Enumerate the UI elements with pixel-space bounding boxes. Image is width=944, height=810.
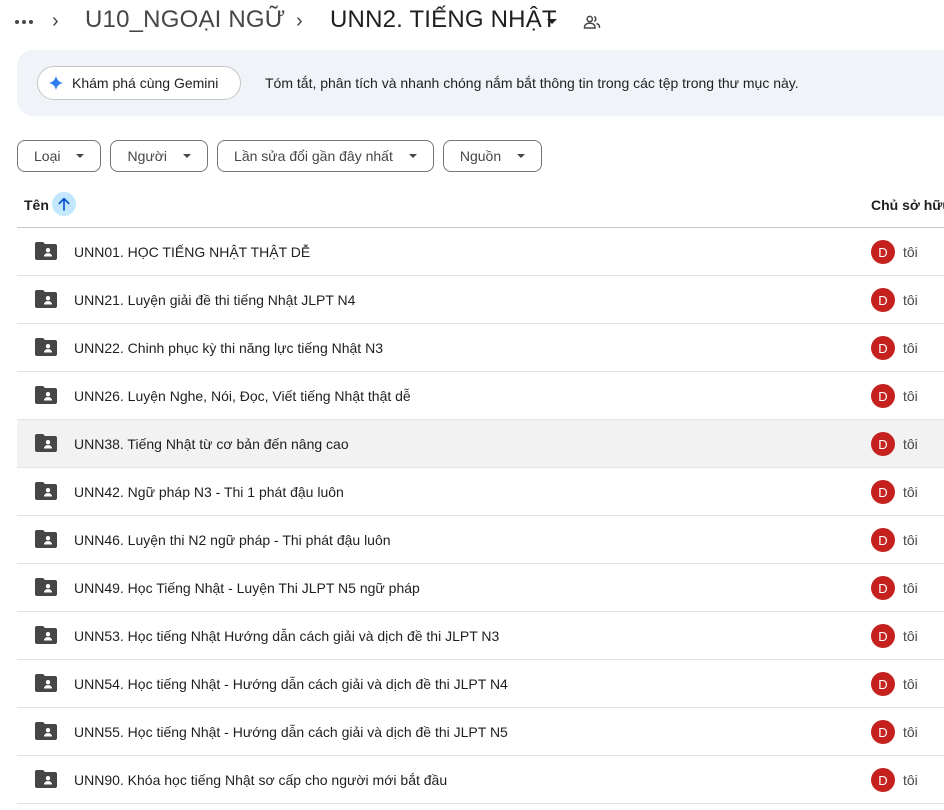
owner-name: tôi [903, 244, 918, 260]
chevron-right-icon: › [296, 10, 303, 32]
owner-avatar: D [871, 336, 895, 360]
column-header-owner[interactable]: Chủ sở hữu [871, 197, 944, 213]
folder-name[interactable]: UNN01. HỌC TIẾNG NHẬT THẬT DỄ [74, 244, 310, 260]
breadcrumb-parent[interactable]: U10_NGOẠI NGỮ [85, 6, 285, 34]
folder-name[interactable]: UNN55. Học tiếng Nhật - Hướng dẫn cách g… [74, 724, 508, 740]
owner-avatar: D [871, 432, 895, 456]
gemini-button-label: Khám phá cùng Gemini [72, 75, 219, 91]
folder-name[interactable]: UNN46. Luyện thi N2 ngữ pháp - Thi phát … [74, 532, 391, 548]
list-header: Tên Chủ sở hữu [17, 188, 944, 228]
owner-avatar: D [871, 288, 895, 312]
owner-name: tôi [903, 580, 918, 596]
owner-name: tôi [903, 436, 918, 452]
folder-name[interactable]: UNN90. Khóa học tiếng Nhật sơ cấp cho ng… [74, 772, 447, 788]
folder-name[interactable]: UNN21. Luyện giải đề thi tiếng Nhật JLPT… [74, 292, 355, 308]
shared-folder-icon [35, 482, 57, 500]
table-row[interactable]: UNN26. Luyện Nghe, Nói, Đọc, Viết tiếng … [17, 372, 944, 420]
owner-avatar: D [871, 384, 895, 408]
filter-bar: Loại Người Lần sửa đổi gần đây nhất Nguồ… [17, 140, 543, 172]
filter-people-chip[interactable]: Người [110, 140, 209, 172]
filter-type-chip[interactable]: Loại [17, 140, 102, 172]
shared-folder-icon [35, 674, 57, 692]
gemini-banner: Khám phá cùng Gemini Tóm tắt, phân tích … [17, 50, 944, 116]
owner-avatar: D [871, 672, 895, 696]
owner-avatar: D [871, 240, 895, 264]
owner-avatar: D [871, 528, 895, 552]
owner-name: tôi [903, 772, 918, 788]
owner-avatar: D [871, 480, 895, 504]
shared-folder-icon [35, 386, 57, 404]
shared-folder-icon [35, 290, 57, 308]
more-options-icon[interactable] [14, 12, 34, 32]
table-row[interactable]: UNN53. Học tiếng Nhật Hướng dẫn cách giả… [17, 612, 944, 660]
filter-modified-chip[interactable]: Lần sửa đổi gần đây nhất [217, 140, 434, 172]
gemini-sparkle-icon [48, 75, 64, 91]
shared-folder-icon [35, 578, 57, 596]
table-row[interactable]: UNN54. Học tiếng Nhật - Hướng dẫn cách g… [17, 660, 944, 708]
dropdown-arrow-icon [183, 154, 192, 158]
table-row[interactable]: UNN90. Khóa học tiếng Nhật sơ cấp cho ng… [17, 756, 944, 804]
owner-name: tôi [903, 484, 918, 500]
shared-folder-icon [35, 338, 57, 356]
column-header-name[interactable]: Tên [24, 197, 49, 213]
owner-avatar: D [871, 576, 895, 600]
sort-ascending-button[interactable] [52, 192, 76, 216]
owner-name: tôi [903, 388, 918, 404]
owner-name: tôi [903, 340, 918, 356]
owner-avatar: D [871, 768, 895, 792]
table-row[interactable]: UNN38. Tiếng Nhật từ cơ bản đến nâng cao… [17, 420, 944, 468]
table-row[interactable]: UNN22. Chinh phục kỳ thi năng lực tiếng … [17, 324, 944, 372]
shared-folder-icon [35, 434, 57, 452]
dropdown-arrow-icon [76, 154, 85, 158]
file-list: UNN01. HỌC TIẾNG NHẬT THẬT DỄ Dtôi UNN21. … [17, 228, 944, 804]
owner-name: tôi [903, 532, 918, 548]
table-row[interactable]: UNN46. Luyện thi N2 ngữ pháp - Thi phát … [17, 516, 944, 564]
table-row[interactable]: UNN55. Học tiếng Nhật - Hướng dẫn cách g… [17, 708, 944, 756]
filter-label: Người [127, 148, 168, 164]
shared-folder-icon [35, 530, 57, 548]
filter-source-chip[interactable]: Nguồn [442, 140, 543, 172]
chevron-right-icon: › [52, 10, 59, 32]
arrow-up-icon [58, 197, 70, 211]
dropdown-arrow-icon [408, 154, 417, 158]
owner-avatar: D [871, 624, 895, 648]
filter-label: Loại [34, 148, 61, 164]
table-row[interactable]: UNN21. Luyện giải đề thi tiếng Nhật JLPT… [17, 276, 944, 324]
folder-name[interactable]: UNN26. Luyện Nghe, Nói, Đọc, Viết tiếng … [74, 388, 411, 404]
folder-name[interactable]: UNN42. Ngữ pháp N3 - Thi 1 phát đậu luôn [74, 484, 344, 500]
shared-folder-icon [35, 722, 57, 740]
owner-name: tôi [903, 292, 918, 308]
folder-name[interactable]: UNN49. Học Tiếng Nhật - Luyện Thi JLPT N… [74, 580, 420, 596]
folder-name[interactable]: UNN22. Chinh phục kỳ thi năng lực tiếng … [74, 340, 383, 356]
filter-label: Nguồn [459, 148, 502, 164]
breadcrumb-current[interactable]: UNN2. TIẾNG NHẬT [330, 6, 557, 34]
gemini-description: Tóm tắt, phân tích và nhanh chóng nắm bắ… [265, 75, 799, 91]
shared-people-icon[interactable] [583, 13, 601, 31]
shared-folder-icon [35, 242, 57, 260]
table-row[interactable]: UNN01. HỌC TIẾNG NHẬT THẬT DỄ Dtôi [17, 228, 944, 276]
gemini-explore-button[interactable]: Khám phá cùng Gemini [37, 66, 241, 100]
filter-label: Lần sửa đổi gần đây nhất [234, 148, 393, 164]
breadcrumb: › U10_NGOẠI NGỮ › UNN2. TIẾNG NHẬT [0, 0, 944, 44]
folder-name[interactable]: UNN38. Tiếng Nhật từ cơ bản đến nâng cao [74, 436, 349, 452]
owner-name: tôi [903, 724, 918, 740]
dropdown-arrow-icon[interactable] [547, 19, 557, 24]
owner-name: tôi [903, 628, 918, 644]
folder-name[interactable]: UNN54. Học tiếng Nhật - Hướng dẫn cách g… [74, 676, 508, 692]
shared-folder-icon [35, 770, 57, 788]
shared-folder-icon [35, 626, 57, 644]
folder-name[interactable]: UNN53. Học tiếng Nhật Hướng dẫn cách giả… [74, 628, 499, 644]
dropdown-arrow-icon [517, 154, 526, 158]
owner-name: tôi [903, 676, 918, 692]
table-row[interactable]: UNN49. Học Tiếng Nhật - Luyện Thi JLPT N… [17, 564, 944, 612]
table-row[interactable]: UNN42. Ngữ pháp N3 - Thi 1 phát đậu luôn… [17, 468, 944, 516]
owner-avatar: D [871, 720, 895, 744]
